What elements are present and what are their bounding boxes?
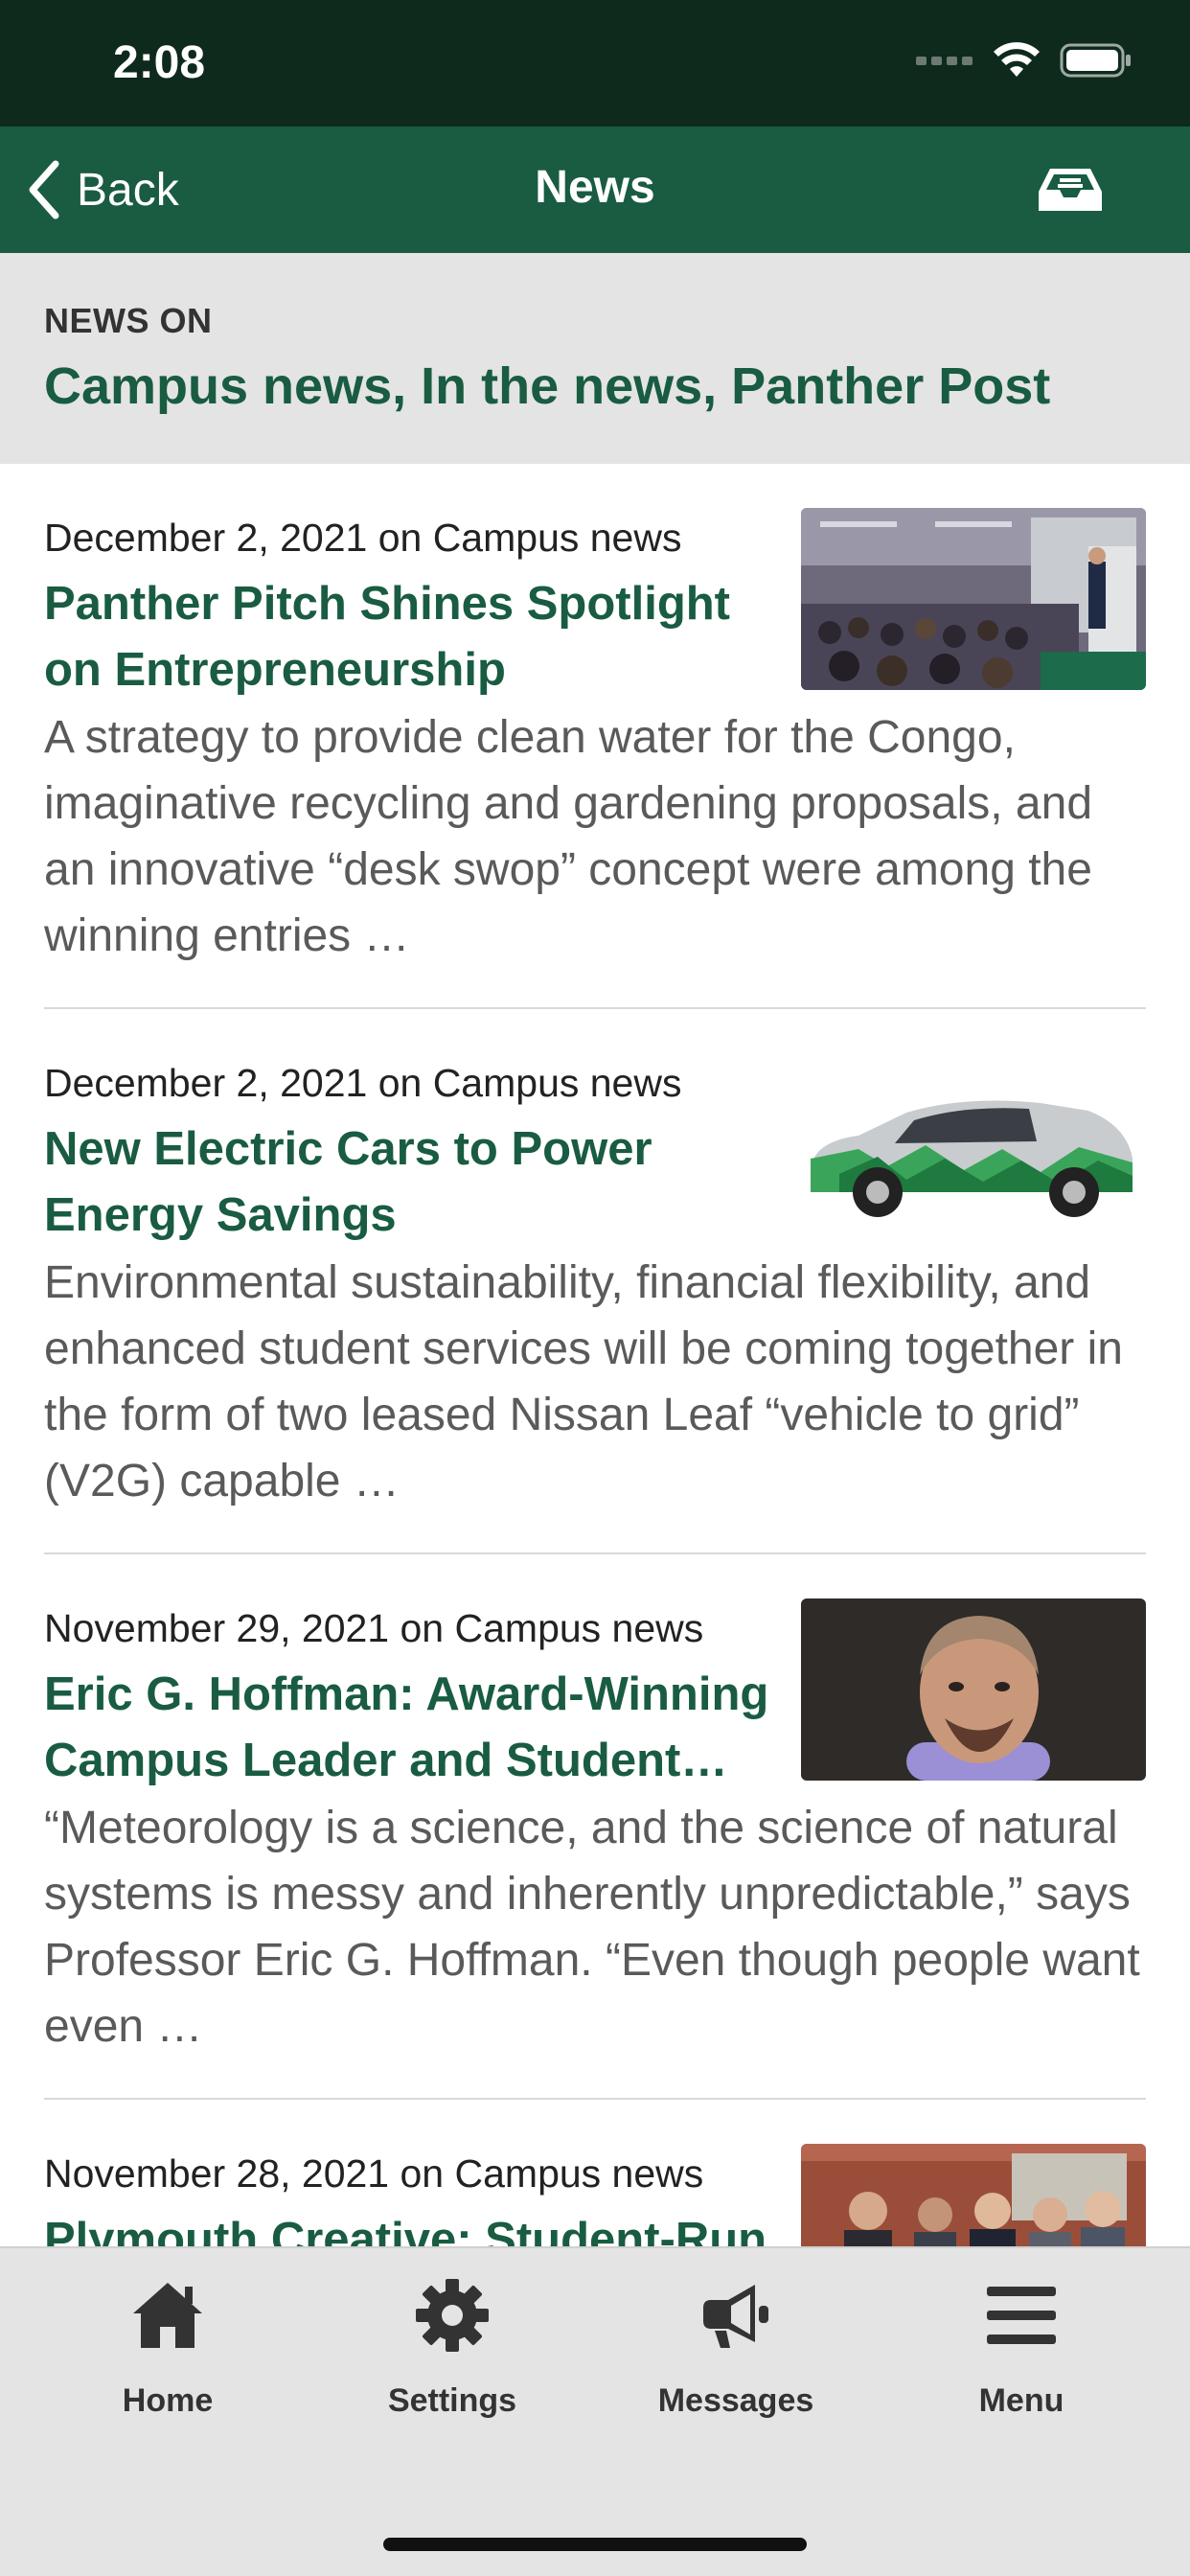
tab-messages[interactable]: Messages (640, 2277, 832, 2469)
tab-settings[interactable]: Settings (356, 2277, 548, 2469)
electric-car-photo (801, 1053, 1146, 1235)
battery-icon (1060, 43, 1131, 78)
status-icons (916, 42, 1133, 79)
status-bar: 2:08 (0, 0, 1190, 126)
article-excerpt: A strategy to provide clean water for th… (44, 712, 1093, 961)
article-meta: November 29, 2021 on Campus news (44, 1606, 704, 1650)
article-thumbnail[interactable] (801, 1053, 1146, 1235)
tab-label: Menu (978, 2382, 1064, 2419)
news-source-header: NEWS ON Campus news, In the news, Panthe… (0, 253, 1190, 464)
news-article[interactable]: November 29, 2021 on Campus news Eric G.… (44, 1554, 1146, 2100)
tab-label: Messages (657, 2382, 814, 2419)
group-photo (801, 2144, 1146, 2246)
article-meta: December 2, 2021 on Campus news (44, 1061, 682, 1105)
navigation-bar: Back News (0, 126, 1190, 253)
wifi-icon (994, 42, 1040, 77)
inbox-icon[interactable] (1037, 165, 1104, 215)
news-article[interactable]: December 2, 2021 on Campus news New Elec… (44, 1009, 1146, 1554)
article-excerpt: Environmental sustainability, financial … (44, 1257, 1123, 1506)
article-meta: December 2, 2021 on Campus news (44, 516, 682, 560)
status-time: 2:08 (113, 37, 206, 88)
cellular-signal-icon (916, 57, 973, 65)
article-thumbnail[interactable] (801, 2144, 1146, 2246)
home-icon (133, 2283, 202, 2348)
article-excerpt: “Meteorology is a science, and the scien… (44, 1803, 1140, 2052)
article-thumbnail[interactable] (801, 508, 1146, 690)
news-feed[interactable]: December 2, 2021 on Campus news Panther … (0, 464, 1190, 2246)
page-title: News (535, 162, 655, 213)
article-title[interactable]: Panther Pitch Shines Spotlight on Entrep… (44, 571, 791, 703)
home-indicator[interactable] (383, 2538, 807, 2551)
portrait-photo (801, 1598, 1146, 1781)
tab-home[interactable]: Home (72, 2277, 263, 2469)
article-title[interactable]: Eric G. Hoffman: Award-Winning Campus Le… (44, 1662, 791, 1794)
news-categories[interactable]: Campus news, In the news, Panther Post (44, 356, 1146, 416)
news-article[interactable]: December 2, 2021 on Campus news Panther … (44, 464, 1146, 1009)
megaphone-icon (703, 2285, 768, 2348)
tab-menu[interactable]: Menu (926, 2277, 1117, 2469)
news-on-label: NEWS ON (44, 301, 213, 340)
article-title[interactable]: New Electric Cars to Power Energy Saving… (44, 1116, 791, 1249)
article-thumbnail[interactable] (801, 1598, 1146, 1781)
conference-presentation-photo (801, 508, 1146, 690)
gear-icon (416, 2279, 489, 2352)
tab-label: Home (122, 2382, 214, 2419)
bottom-tab-bar: Home Settings Messages Menu (0, 2246, 1190, 2576)
hamburger-icon (987, 2287, 1056, 2344)
tab-label: Settings (387, 2382, 517, 2419)
article-title[interactable]: Plymouth Creative: Student-Run (44, 2207, 791, 2246)
article-meta: November 28, 2021 on Campus news (44, 2151, 704, 2196)
news-article[interactable]: November 28, 2021 on Campus news Plymout… (44, 2100, 1146, 2246)
